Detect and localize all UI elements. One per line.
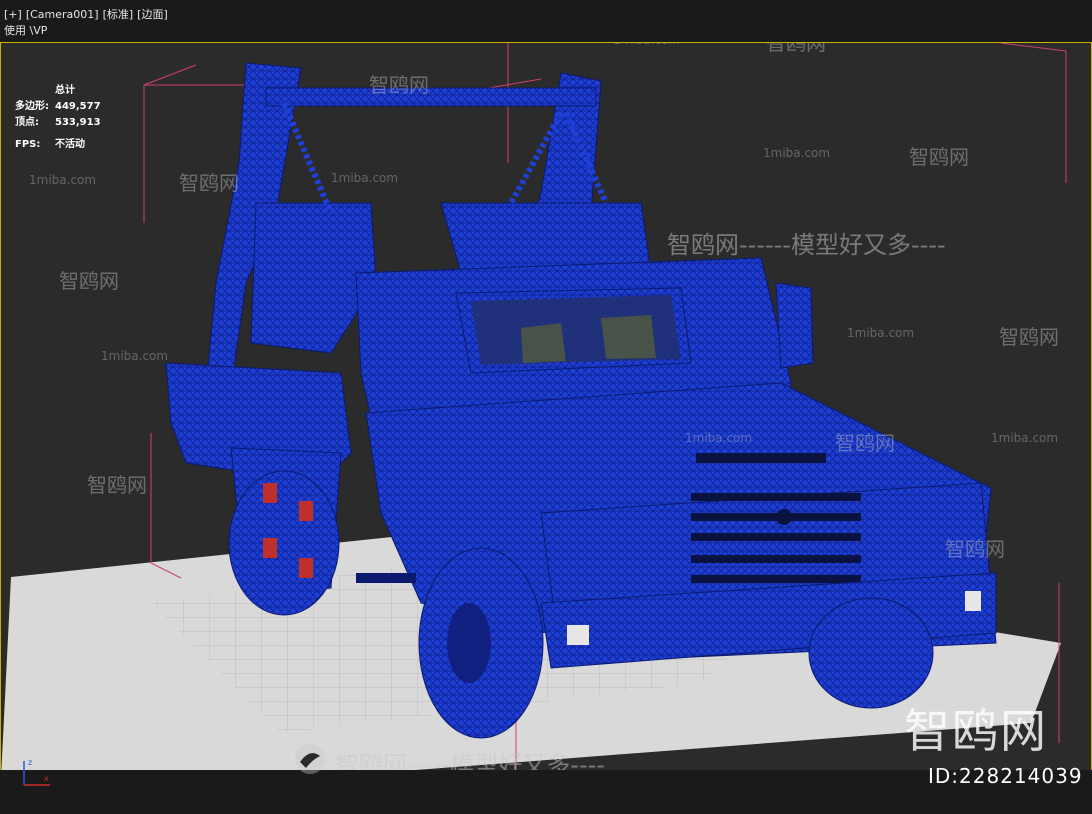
front-left-hub (447, 603, 491, 683)
model-id-label: ID:228214039 (928, 764, 1083, 788)
fog-light-left (567, 625, 589, 645)
vertices-label: 顶点: (15, 117, 39, 128)
viewport-plus-menu[interactable]: [+] (4, 8, 22, 21)
watermark-brand: 智鸥网 (909, 145, 969, 169)
viewport-edged-faces-menu[interactable]: [边面] (137, 8, 168, 21)
watermark-brand: 智鸥网 (835, 431, 895, 455)
watermark-brand: 智鸥网 (87, 473, 147, 497)
watermark-site: 1miba.com (331, 171, 399, 185)
watermark-brand: 智鸥网 (369, 73, 429, 97)
viewport-wp-text: 使用 \VP (4, 24, 48, 37)
step-board (356, 573, 416, 583)
watermark-site: 1miba.com (847, 326, 915, 340)
watermark-site: 1miba.com (29, 173, 97, 187)
watermark-brand: 智鸥网 (766, 42, 826, 55)
watermark-brand: 智鸥网 (945, 537, 1005, 561)
brand-emblem (776, 509, 792, 525)
viewport-statistics: 总计 多边形: 449,577 顶点: 533,913 FPS: 不活动 (15, 83, 101, 153)
watermark-slogan: 智鸥网------模型好又多---- (667, 231, 946, 259)
windshield (471, 295, 681, 365)
front-right-wheel (808, 597, 934, 709)
fog-light-right (965, 591, 981, 611)
watermark-site: 1miba.com (613, 43, 680, 47)
watermark-brand: 智鸥网 (999, 325, 1059, 349)
viewport-menu: [+] [Camera001] [标准] [边面] (4, 6, 172, 22)
fps-value: 不活动 (55, 139, 85, 150)
polygons-label: 多边形: (15, 101, 49, 112)
polygons-value: 449,577 (55, 101, 101, 112)
fps-label: FPS: (15, 139, 41, 150)
stats-header: 总计 (55, 85, 75, 96)
vertices-value: 533,913 (55, 117, 101, 128)
brand-watermark-large: 智鸥网 (904, 704, 1048, 758)
viewport-camera-menu[interactable]: [Camera001] (26, 8, 99, 21)
watermark-site: 1miba.com (763, 146, 831, 160)
brand-logo-icon (295, 744, 325, 774)
axis-gizmo-icon: z x (23, 758, 50, 786)
rear-wheel (228, 470, 340, 616)
watermark-brand: 智鸥网 (179, 171, 239, 195)
watermark-site: 1miba.com (685, 431, 753, 445)
camera-viewport[interactable]: 1miba.com 智鸥网 智鸥网 智鸥网 1miba.com 智鸥网 1mib… (0, 42, 1092, 771)
watermark-slogan: 智鸥网-----模型好又多---- (335, 751, 605, 771)
viewport-shading-standard-menu[interactable]: [标准] (103, 8, 134, 21)
watermark-site: 1miba.com (991, 431, 1059, 445)
watermark-site: 1miba.com (101, 349, 169, 363)
svg-text:x: x (44, 774, 49, 783)
svg-text:z: z (28, 758, 32, 767)
watermark-brand: 智鸥网 (59, 269, 119, 293)
